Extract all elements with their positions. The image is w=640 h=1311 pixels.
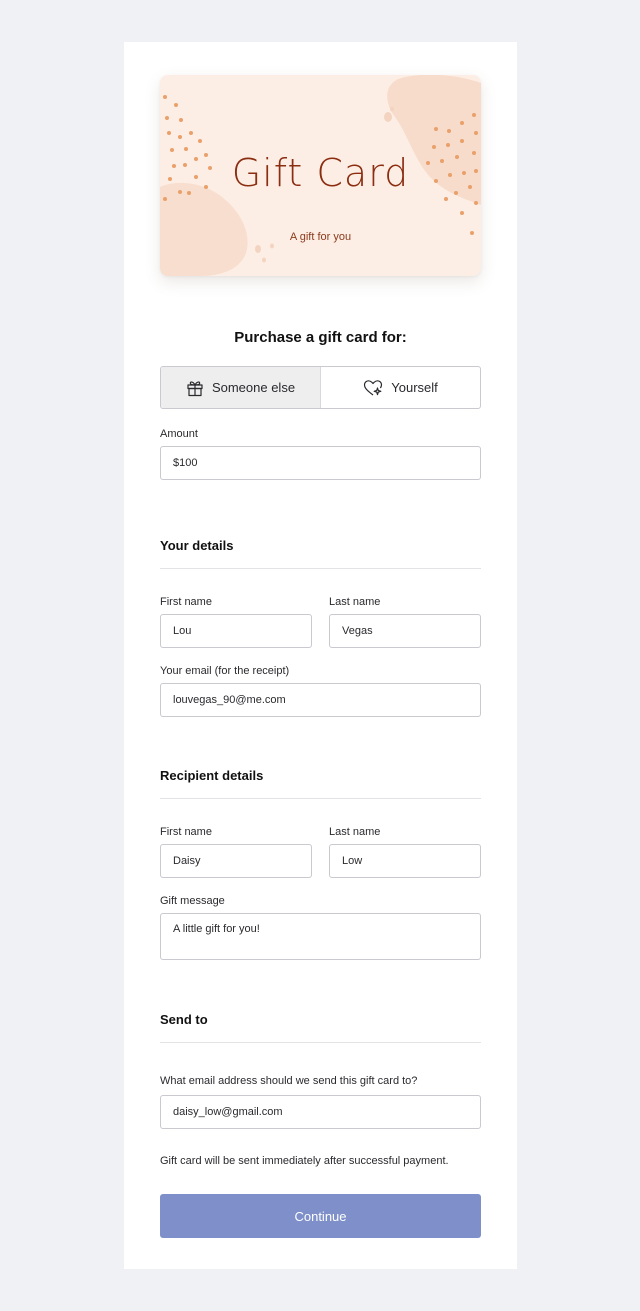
first-name-input[interactable]: Lou [160, 614, 312, 648]
gift-message-textarea[interactable]: A little gift for you! [160, 913, 481, 960]
email-label: Your email (for the receipt) [160, 665, 290, 677]
email-input[interactable]: louvegas_90@me.com [160, 683, 481, 717]
first-name-label: First name [160, 596, 212, 608]
last-name-input[interactable]: Vegas [329, 614, 481, 648]
divider [160, 1042, 481, 1043]
send-to-title: Send to [160, 1012, 208, 1027]
recipient-first-name-label: First name [160, 826, 212, 838]
gift-icon [187, 380, 203, 396]
recipient-last-name-label: Last name [329, 826, 381, 838]
option-someone-else-label: Someone else [211, 380, 296, 395]
delivery-note: Gift card will be sent immediately after… [160, 1155, 449, 1167]
amount-label: Amount [160, 428, 198, 440]
option-yourself-label: Yourself [391, 380, 438, 395]
option-someone-else[interactable]: Someone else [161, 367, 321, 408]
send-to-email-label: What email address should we send this g… [160, 1075, 418, 1087]
card-subtitle: A gift for you [289, 231, 352, 243]
recipient-details-title: Recipient details [160, 768, 264, 783]
divider [160, 798, 481, 799]
recipient-last-name-input[interactable]: Low [329, 844, 481, 878]
gift-message-label: Gift message [160, 895, 225, 907]
gift-card-preview: Gift Card A gift for you [160, 75, 481, 276]
send-to-email-input[interactable]: daisy_low@gmail.com [160, 1095, 481, 1129]
divider [160, 568, 481, 569]
card-title: Gift Card [231, 151, 410, 195]
purchase-heading: Purchase a gift card for: [234, 329, 407, 346]
option-yourself[interactable]: Yourself [321, 367, 480, 408]
your-details-title: Your details [160, 538, 234, 553]
last-name-label: Last name [329, 596, 381, 608]
heart-sparkle-icon [364, 379, 383, 395]
recipient-type-toggle: Someone else Yourself [160, 366, 481, 409]
recipient-first-name-input[interactable]: Daisy [160, 844, 312, 878]
continue-button[interactable]: Continue [160, 1194, 481, 1238]
amount-input[interactable]: $100 [160, 446, 481, 480]
gift-card-form-panel: Gift Card A gift for you Purchase a gift… [124, 42, 517, 1269]
